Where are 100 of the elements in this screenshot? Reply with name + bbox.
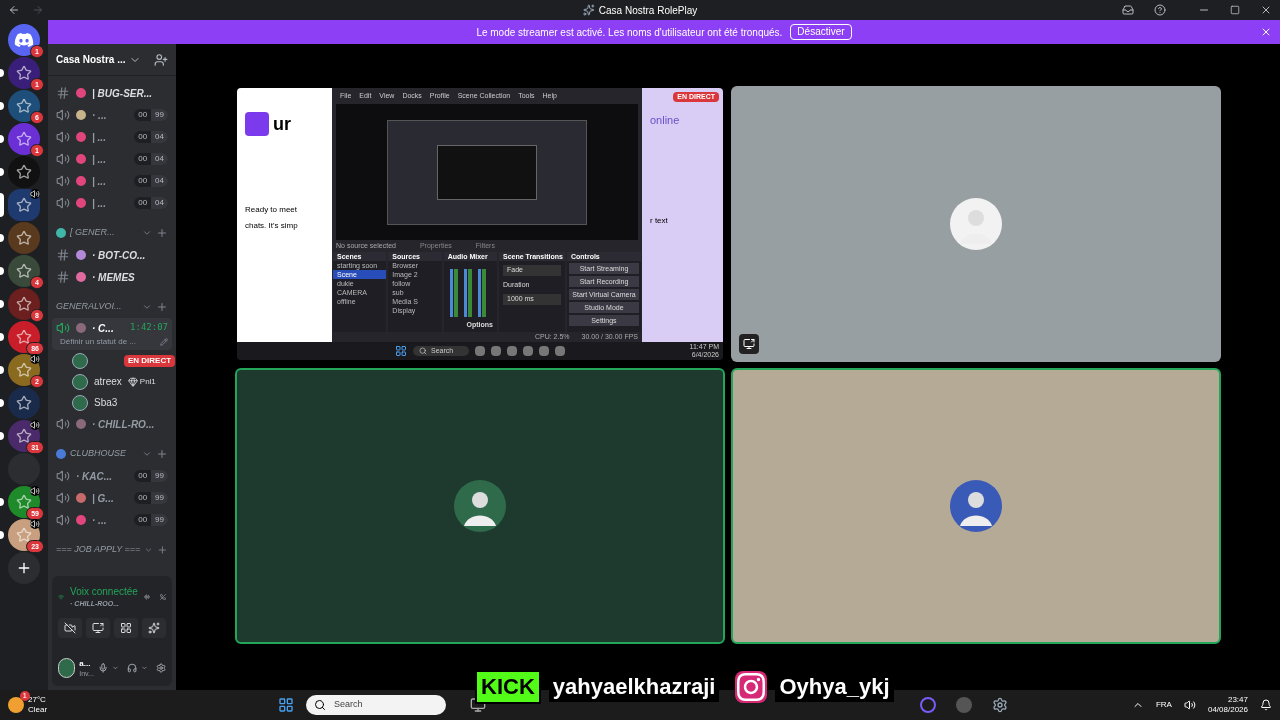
user-limit: 99 xyxy=(151,470,168,482)
voice-channel[interactable]: · CHILL-RO... xyxy=(52,413,172,435)
selected-indicator xyxy=(0,193,4,217)
voice-channel[interactable]: · ... 00 99 xyxy=(52,509,172,531)
status-prompt: Définir un statut de ... xyxy=(60,336,138,348)
user-limit: 04 xyxy=(151,175,168,187)
server-name[interactable]: Casa Nostra ... xyxy=(56,52,126,67)
chevron-icon xyxy=(142,449,152,459)
weather-condition: Clear xyxy=(28,705,48,715)
camera-off-button[interactable] xyxy=(58,617,82,638)
soundboard-button[interactable] xyxy=(142,617,166,638)
user-limit: 04 xyxy=(151,131,168,143)
channel-category[interactable]: [ GENER... xyxy=(48,222,176,244)
weather-icon xyxy=(8,697,24,713)
activities-button[interactable] xyxy=(114,617,138,638)
mic-icon xyxy=(97,662,109,674)
voice-channel[interactable]: | ... 00 04 xyxy=(52,126,172,148)
channel-category[interactable]: GENERALVOI... xyxy=(48,296,176,318)
text-channel[interactable]: · BOT-CO... xyxy=(52,244,172,266)
channel-name: · ... xyxy=(92,513,108,528)
emblem-icon xyxy=(16,164,32,180)
avatar xyxy=(950,198,1002,250)
channel-category[interactable]: CLUBHOUSE xyxy=(48,443,176,465)
channel-category[interactable]: === JOB APPLY === xyxy=(48,539,176,561)
participant-tile[interactable] xyxy=(731,368,1221,644)
back-icon xyxy=(8,4,20,16)
speaker-icon xyxy=(56,152,70,166)
user-count: 00 xyxy=(137,109,149,121)
task-view-icon[interactable] xyxy=(470,697,486,713)
voice-status: Voix connectée xyxy=(70,585,138,599)
text-channel[interactable]: | BUG-SER... xyxy=(52,82,172,104)
chevron-icon xyxy=(112,664,119,672)
instagram-icon xyxy=(735,671,768,703)
kick-logo: KICK xyxy=(475,670,541,704)
avatar xyxy=(72,352,88,369)
speaker-icon xyxy=(30,354,40,364)
participant-tile[interactable] xyxy=(731,86,1221,362)
channel-name: · MEMES xyxy=(92,270,135,285)
app-icon[interactable] xyxy=(920,697,936,713)
speaker-icon xyxy=(30,519,40,529)
active-voice-channel[interactable]: · C... 1:42:07 Définir un statut de ... xyxy=(52,318,172,350)
search-icon xyxy=(314,699,326,711)
speaker-icon xyxy=(56,469,70,483)
channel-name: | ... xyxy=(92,152,107,167)
speaker-icon xyxy=(30,420,40,430)
text-channel[interactable]: · MEMES xyxy=(52,266,172,288)
participant-tile[interactable] xyxy=(235,368,725,644)
clock-date: 04/08/2026 xyxy=(1207,705,1248,715)
sparkle-icon xyxy=(148,621,160,634)
page-text: r text xyxy=(650,214,669,227)
screen-share-button[interactable] xyxy=(86,617,110,638)
emblem-icon xyxy=(16,395,32,411)
hash-icon xyxy=(56,270,70,284)
start-icon[interactable] xyxy=(395,345,407,357)
headphones-icon xyxy=(126,662,138,674)
member-name: Sba3 xyxy=(94,396,118,410)
speaker-icon xyxy=(56,321,70,335)
emblem-icon xyxy=(16,263,32,279)
emblem-icon xyxy=(16,428,32,444)
voice-channel[interactable]: | ... 00 04 xyxy=(52,170,172,192)
channel-name: · ... xyxy=(92,108,108,123)
add-server-button[interactable] xyxy=(8,552,40,584)
voice-channel[interactable]: | ... 00 04 xyxy=(52,192,172,214)
close-icon xyxy=(1260,26,1272,38)
inbox-icon xyxy=(1122,4,1134,16)
chevron-icon xyxy=(142,302,152,312)
speaker-icon xyxy=(56,174,70,188)
deactivate-button[interactable]: Désactiver xyxy=(790,24,852,40)
close-icon xyxy=(1260,4,1272,16)
screen-share-icon xyxy=(739,334,759,354)
avatar xyxy=(950,480,1002,532)
avatar xyxy=(72,373,88,390)
settings-icon[interactable] xyxy=(992,697,1008,713)
speaker-icon xyxy=(56,130,70,144)
language-indicator[interactable]: FRA xyxy=(1155,699,1172,711)
emblem-icon xyxy=(16,98,32,114)
window-title: Casa Nostra RolePlay xyxy=(598,3,698,18)
screen-share-tile[interactable] xyxy=(235,86,725,362)
category-name: CLUBHOUSE xyxy=(70,447,127,461)
forward-icon xyxy=(32,4,44,16)
notification-icon xyxy=(1260,699,1272,711)
invite-icon xyxy=(154,52,168,67)
voice-member[interactable]: atreex Pnl1 xyxy=(48,371,176,392)
page-text: Ready to meet xyxy=(245,204,299,216)
category-name: GENERALVOI... xyxy=(56,300,123,314)
camera-off-icon xyxy=(64,621,76,634)
speaker-icon xyxy=(30,486,40,496)
taskbar-search[interactable]: Search xyxy=(306,695,446,715)
grid-icon xyxy=(120,621,132,634)
voice-member[interactable]: Sba3 xyxy=(48,392,176,413)
voice-channel[interactable]: | ... 00 04 xyxy=(52,148,172,170)
voice-channel[interactable]: | G... 00 99 xyxy=(52,487,172,509)
help-icon xyxy=(1154,4,1166,16)
voice-channel[interactable]: · KAC... 00 99 xyxy=(52,465,172,487)
speaker-icon xyxy=(56,196,70,210)
voice-channel[interactable]: · ... 00 99 xyxy=(52,104,172,126)
avatar xyxy=(454,480,506,532)
page-heading: online xyxy=(650,113,681,128)
voice-member[interactable]: EN DIRECT xyxy=(48,350,176,371)
start-icon[interactable] xyxy=(278,697,294,713)
